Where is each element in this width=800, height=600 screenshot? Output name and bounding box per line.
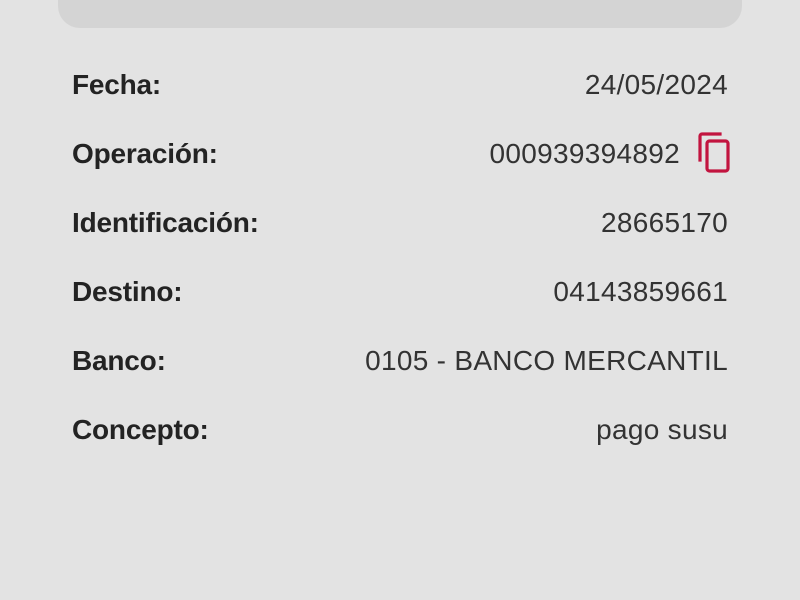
summary-card <box>58 0 742 28</box>
detail-row-banco: Banco: 0105 - BANCO MERCANTIL <box>72 326 728 395</box>
detail-row-identificacion: Identificación: 28665170 <box>72 188 728 257</box>
detail-row-concepto: Concepto: pago susu <box>72 395 728 464</box>
detail-value: 28665170 <box>601 206 728 238</box>
detail-value: 04143859661 <box>553 275 728 307</box>
copy-icon <box>698 131 730 173</box>
detail-label: Banco: <box>72 344 166 376</box>
detail-label: Operación: <box>72 137 218 169</box>
detail-row-fecha: Fecha: 24/05/2024 <box>72 50 728 119</box>
transaction-details: Fecha: 24/05/2024 Operación: 00093939489… <box>72 50 730 464</box>
detail-value: 000939394892 <box>489 137 680 169</box>
detail-label: Fecha: <box>72 68 162 100</box>
operation-value-group: 000939394892 <box>489 131 730 176</box>
detail-label: Concepto: <box>72 413 209 445</box>
detail-label: Destino: <box>72 275 183 307</box>
detail-row-destino: Destino: 04143859661 <box>72 257 728 326</box>
detail-value: 0105 - BANCO MERCANTIL <box>365 344 728 376</box>
copy-operation-button[interactable] <box>694 131 734 176</box>
detail-value: pago susu <box>596 413 728 445</box>
detail-value: 24/05/2024 <box>584 68 728 100</box>
detail-label: Identificación: <box>72 206 259 238</box>
detail-row-operacion: Operación: 000939394892 <box>72 119 730 188</box>
